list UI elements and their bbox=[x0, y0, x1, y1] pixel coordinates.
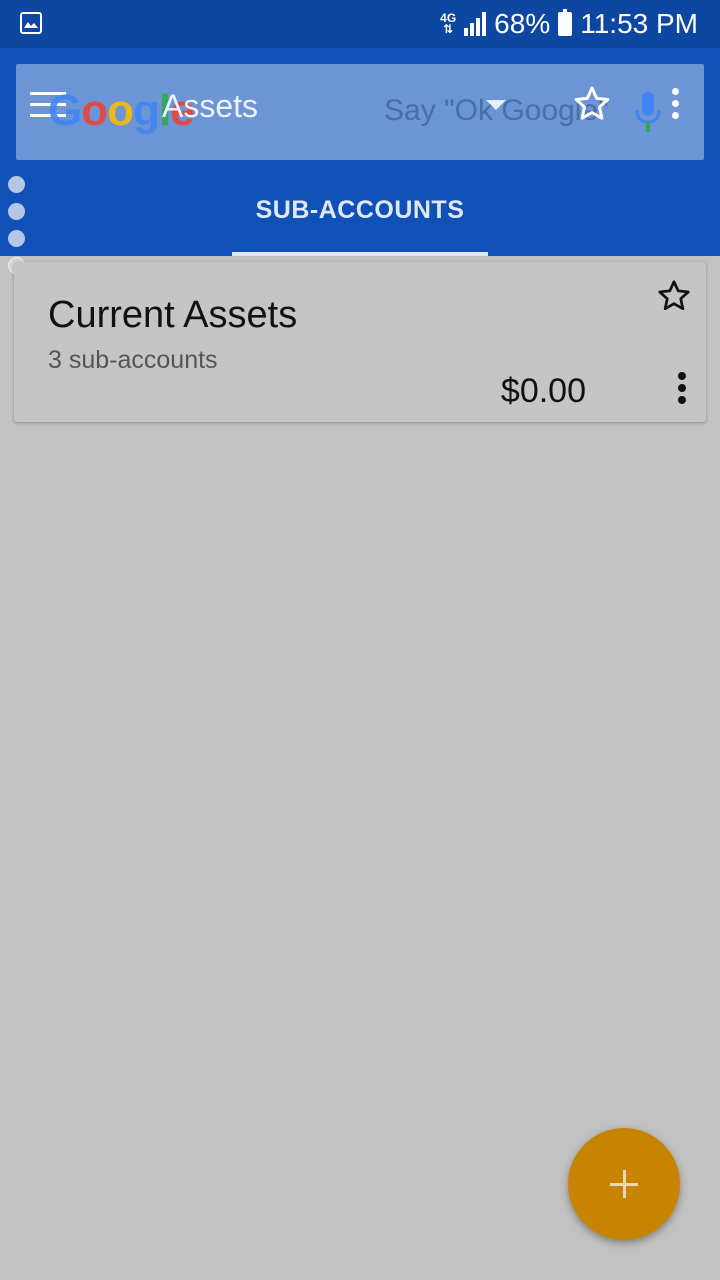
network-type-label: 4G ⇅ bbox=[440, 11, 457, 36]
image-icon bbox=[20, 12, 42, 34]
account-more-icon[interactable] bbox=[678, 372, 686, 408]
app-bar: Google Assets Say "Ok Google" SUB-ACCOUN… bbox=[0, 48, 720, 256]
mic-icon[interactable] bbox=[634, 90, 662, 139]
more-vert-icon[interactable] bbox=[672, 88, 680, 124]
clock: 11:53 PM bbox=[580, 8, 698, 39]
account-balance: $0.00 bbox=[500, 372, 586, 410]
add-account-button[interactable] bbox=[568, 1128, 680, 1240]
page-title: Assets bbox=[162, 88, 259, 124]
signal-icon bbox=[464, 12, 487, 36]
account-subtitle: 3 sub-accounts bbox=[48, 346, 218, 374]
toolbar: Google Assets Say "Ok Google" bbox=[16, 64, 704, 160]
tab-sub-accounts[interactable]: SUB-ACCOUNTS bbox=[232, 180, 488, 256]
dropdown-caret-icon[interactable] bbox=[486, 100, 506, 110]
account-name: Current Assets bbox=[48, 294, 298, 336]
battery-icon bbox=[558, 9, 573, 36]
status-bar: 4G ⇅ 68% 11:53 PM bbox=[0, 0, 720, 48]
favorite-star-icon[interactable] bbox=[656, 278, 692, 319]
battery-percent: 68% bbox=[494, 8, 551, 39]
star-outline-icon[interactable] bbox=[572, 84, 612, 129]
account-card[interactable]: Current Assets 3 sub-accounts $0.00 bbox=[14, 262, 706, 422]
tab-indicator bbox=[232, 252, 488, 256]
